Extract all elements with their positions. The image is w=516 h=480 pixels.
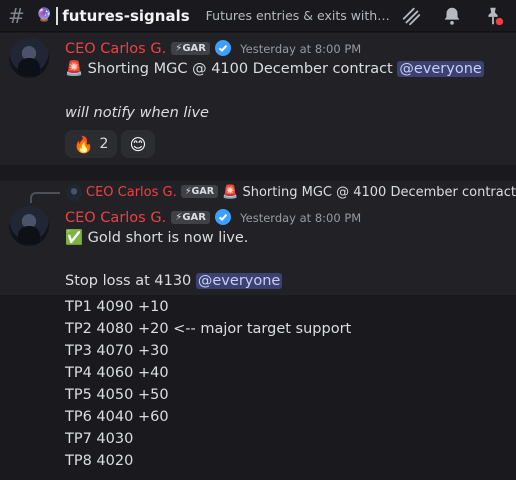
target-line: TP3 4070 +30 xyxy=(65,343,169,359)
reply-preview[interactable]: CEO Carlos G. ⚡GAR 🚨 Shorting MGC @ 4100… xyxy=(86,185,516,200)
target-line: TP6 4040 +60 xyxy=(65,409,169,425)
threads-icon[interactable] xyxy=(400,5,422,27)
notification-bell-icon[interactable] xyxy=(441,5,463,27)
message-line: Stop loss at 4130 @everyone xyxy=(65,273,283,289)
message-header: CEO Carlos G. ⚡GAR Yesterday at 8:00 PM xyxy=(65,38,361,57)
add-reaction-icon: 😊 xyxy=(129,134,147,154)
reaction-count: 2 xyxy=(99,136,109,152)
reply-spine xyxy=(30,192,60,203)
avatar[interactable] xyxy=(9,206,49,246)
channel-emoji: 🔮 xyxy=(36,8,53,23)
message-line: 🚨 Shorting MGC @ 4100 December contract … xyxy=(65,60,484,77)
channel-name: futures-signals xyxy=(62,6,190,25)
target-line: TP4 4060 +40 xyxy=(65,365,169,381)
message-text: Shorting MGC @ 4100 December contract xyxy=(87,61,393,77)
reply-tag: ⚡GAR xyxy=(180,185,219,198)
pinned-messages-icon[interactable] xyxy=(482,5,504,27)
reply-avatar[interactable] xyxy=(66,185,82,201)
channel-topic[interactable]: Futures entries & exits with c... xyxy=(206,8,394,23)
target-line: TP8 4020 xyxy=(65,453,134,469)
target-line: TP1 4090 +10 xyxy=(65,299,169,315)
target-line: TP5 4050 +50 xyxy=(65,387,169,403)
target-line: TP7 4030 xyxy=(65,431,134,447)
verified-badge-icon xyxy=(215,209,232,225)
fire-emoji: 🔥 xyxy=(73,134,94,154)
timestamp: Yesterday at 8:00 PM xyxy=(240,42,362,56)
server-tag[interactable]: ⚡GAR xyxy=(171,211,210,224)
author-name[interactable]: CEO Carlos G. xyxy=(65,210,166,226)
reply-text[interactable]: Shorting MGC @ 4100 December contract... xyxy=(242,185,516,200)
reply-siren-emoji: 🚨 xyxy=(222,185,239,200)
server-tag[interactable]: ⚡GAR xyxy=(171,42,210,55)
add-reaction-button[interactable]: 😊 xyxy=(121,130,155,158)
reply-author[interactable]: CEO Carlos G. xyxy=(86,185,177,200)
channel-header: # 🔮 futures-signals Futures entries & ex… xyxy=(0,0,516,32)
target-line: TP2 4080 +20 <-- major target support xyxy=(65,321,352,337)
author-name[interactable]: CEO Carlos G. xyxy=(65,41,166,57)
message-text: will notify when live xyxy=(65,105,209,121)
reaction-fire[interactable]: 🔥 2 xyxy=(65,130,117,158)
message-line: ✅ Gold short is now live. xyxy=(65,229,248,246)
siren-emoji: 🚨 xyxy=(65,61,84,77)
timestamp: Yesterday at 8:00 PM xyxy=(240,211,362,225)
mention-everyone[interactable]: @everyone xyxy=(397,61,484,77)
avatar[interactable] xyxy=(9,38,49,78)
message-text: Gold short is now live. xyxy=(87,230,249,246)
verified-badge-icon xyxy=(215,40,232,56)
mention-everyone[interactable]: @everyone xyxy=(195,273,283,289)
channel-separator xyxy=(56,6,59,25)
check-mark-emoji: ✅ xyxy=(65,230,84,246)
stop-loss-text: Stop loss at 4130 xyxy=(65,273,192,289)
channel-hash-icon: # xyxy=(8,3,25,28)
message-header: CEO Carlos G. ⚡GAR Yesterday at 8:00 PM xyxy=(65,207,361,226)
